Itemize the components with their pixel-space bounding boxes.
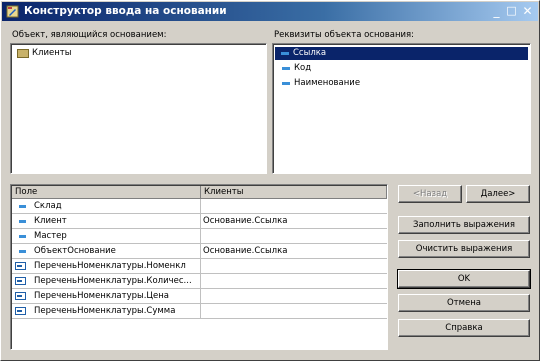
close-icon[interactable]: ✕ (520, 4, 535, 19)
field-name: ПереченьНоменклатуры.Сумма (12, 304, 201, 318)
field-name: Мастер (12, 229, 201, 243)
base-attributes-list[interactable]: Ссылка Код Наименование (272, 43, 531, 174)
title-bar[interactable]: Конструктор ввода на основании _ □ ✕ (2, 2, 538, 21)
list-item[interactable]: Наименование (276, 77, 364, 90)
list-item-label: Ссылка (293, 48, 327, 58)
back-button[interactable]: <Назад (398, 185, 462, 203)
table-row[interactable]: Клиент Основание.Ссылка (12, 214, 387, 229)
help-button[interactable]: Справка (398, 319, 530, 337)
table-row[interactable]: ПереченьНоменклатуры.Количес... (12, 274, 387, 289)
list-item-selected[interactable]: Ссылка (275, 47, 528, 60)
base-object-list[interactable]: Клиенты (10, 43, 267, 174)
cancel-button[interactable]: Отмена (398, 294, 530, 312)
constructor-app-icon (6, 5, 19, 18)
next-button[interactable]: Далее> (466, 185, 530, 203)
table-row[interactable]: Склад (12, 199, 387, 214)
maximize-icon[interactable]: □ (504, 4, 519, 19)
field-name: ПереченьНоменклатуры.Цена (12, 289, 201, 303)
fields-grid[interactable]: Поле Клиенты Склад Клиент Основание.Ссыл… (10, 184, 388, 350)
column-header-value[interactable]: Клиенты (201, 186, 387, 199)
field-expression[interactable] (201, 259, 387, 273)
attribute-icon (282, 82, 290, 85)
minimize-icon[interactable]: _ (489, 4, 504, 19)
field-name: Клиент (12, 214, 201, 228)
list-item[interactable]: Клиенты (14, 47, 75, 60)
field-expression[interactable] (201, 274, 387, 288)
catalog-icon (17, 49, 29, 58)
field-name: ПереченьНоменклатуры.Номенкл (12, 259, 201, 273)
field-name: Склад (12, 199, 201, 213)
constructor-dialog: Конструктор ввода на основании _ □ ✕ Объ… (0, 0, 540, 361)
field-expression[interactable]: Основание.Ссылка (201, 244, 387, 258)
list-item-label: Наименование (294, 78, 361, 88)
base-attributes-label: Реквизиты объекта основания: (274, 30, 415, 40)
field-expression[interactable]: Основание.Ссылка (201, 214, 387, 228)
fill-expressions-button[interactable]: Заполнить выражения (398, 216, 530, 234)
table-row[interactable]: ПереченьНоменклатуры.Номенкл (12, 259, 387, 274)
table-row[interactable]: Мастер (12, 229, 387, 244)
field-expression[interactable] (201, 289, 387, 303)
table-row[interactable]: ПереченьНоменклатуры.Сумма (12, 304, 387, 319)
field-name: ПереченьНоменклатуры.Количес... (12, 274, 201, 288)
window-title: Конструктор ввода на основании (24, 5, 227, 17)
table-row[interactable]: ОбъектОснование Основание.Ссылка (12, 244, 387, 259)
base-object-label: Объект, являющийся основанием: (12, 30, 167, 40)
field-expression[interactable] (201, 199, 387, 213)
field-expression[interactable] (201, 304, 387, 318)
attribute-icon (281, 52, 289, 55)
column-header-field[interactable]: Поле (12, 186, 201, 199)
list-item-label: Клиенты (32, 48, 72, 58)
table-row[interactable]: ПереченьНоменклатуры.Цена (12, 289, 387, 304)
list-item[interactable]: Код (276, 62, 315, 75)
attribute-icon (282, 67, 290, 70)
field-name: ОбъектОснование (12, 244, 201, 258)
list-item-label: Код (294, 63, 312, 73)
clear-expressions-button[interactable]: Очистить выражения (398, 240, 530, 258)
field-expression[interactable] (201, 229, 387, 243)
ok-button[interactable]: OK (397, 269, 531, 289)
